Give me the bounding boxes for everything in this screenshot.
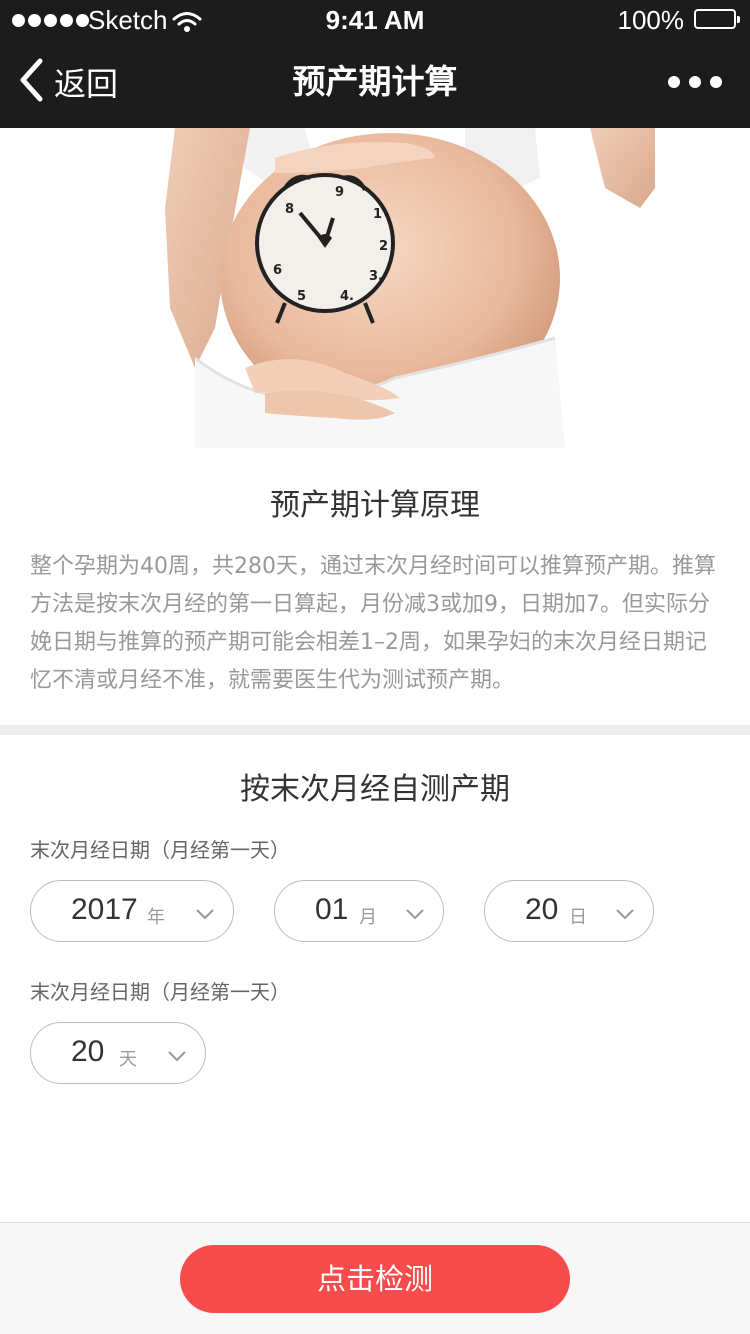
battery-icon — [694, 9, 740, 29]
day-select[interactable]: 20 日 — [484, 880, 654, 942]
svg-text:5: 5 — [297, 289, 306, 304]
svg-text:6: 6 — [273, 263, 282, 278]
principle-description: 整个孕期为40周，共280天，通过末次月经时间可以推算预产期。推算方法是按末次月… — [30, 554, 716, 693]
chevron-down-icon — [405, 905, 425, 924]
year-unit: 年 — [147, 907, 165, 928]
bottom-action-bar: 点击检测 — [0, 1222, 750, 1334]
chevron-down-icon — [167, 1047, 187, 1066]
last-period-date-label: 末次月经日期（月经第一天） — [30, 838, 290, 862]
svg-text:2: 2 — [379, 239, 388, 254]
cycle-days-select[interactable]: 20 天 — [30, 1022, 206, 1084]
page-title: 预产期计算 — [292, 62, 458, 101]
section-divider — [0, 725, 750, 735]
cycle-days-value: 20 — [71, 1035, 105, 1068]
chevron-down-icon — [195, 905, 215, 924]
principle-title: 预产期计算原理 — [270, 488, 480, 523]
svg-text:1: 1 — [373, 207, 382, 222]
calculator-title: 按末次月经自测产期 — [240, 772, 510, 807]
day-value: 20 — [525, 893, 559, 926]
more-icon[interactable] — [668, 76, 722, 88]
top-bar: Sketch 9:41 AM 100% 返回 预产期计算 — [0, 0, 750, 128]
month-value: 01 — [315, 893, 349, 926]
svg-text:8: 8 — [285, 202, 294, 217]
detect-button[interactable]: 点击检测 — [180, 1245, 570, 1313]
year-value: 2017 — [71, 893, 138, 926]
month-select[interactable]: 01 月 — [274, 880, 444, 942]
day-unit: 日 — [569, 907, 587, 928]
chevron-down-icon — [615, 905, 635, 924]
year-select[interactable]: 2017 年 — [30, 880, 234, 942]
svg-text:9: 9 — [335, 185, 344, 200]
cycle-days-unit: 天 — [119, 1049, 137, 1070]
month-unit: 月 — [359, 907, 377, 928]
svg-text:4.: 4. — [340, 289, 354, 304]
navigation-bar: 返回 预产期计算 — [0, 40, 750, 128]
cycle-length-label: 末次月经日期（月经第一天） — [30, 980, 290, 1004]
hero-image: 9 8 1 2 3. 4. 5 6 — [135, 128, 655, 448]
status-bar: Sketch 9:41 AM 100% — [0, 0, 750, 40]
svg-text:3.: 3. — [369, 269, 383, 284]
battery-percentage: 100% — [617, 5, 685, 35]
